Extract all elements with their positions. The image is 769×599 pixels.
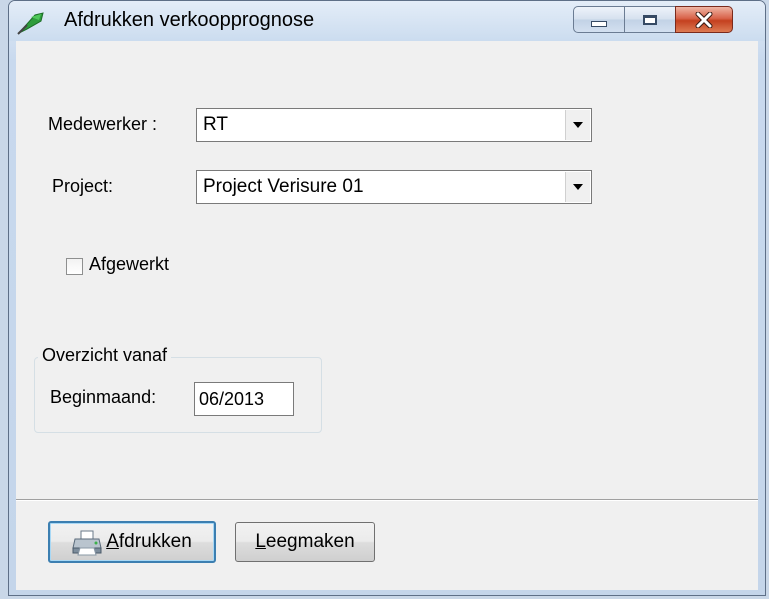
leegmaken-mnemonic: L <box>255 531 266 552</box>
afgewerkt-label[interactable]: Afgewerkt <box>89 254 169 275</box>
printer-icon <box>72 530 102 556</box>
project-dropdown-button[interactable] <box>565 172 590 202</box>
afgewerkt-checkbox[interactable] <box>66 258 83 275</box>
green-flag-icon <box>17 12 44 35</box>
afdrukken-mnemonic: A <box>106 531 119 552</box>
beginmaand-value: 06/2013 <box>199 389 265 409</box>
medewerker-combobox[interactable]: RT <box>196 108 592 142</box>
dialog-window: Afdrukken verkoopprognose Medewerker : R… <box>8 0 766 596</box>
overzicht-caption: Overzicht vanaf <box>38 345 172 366</box>
close-button[interactable] <box>675 6 733 33</box>
close-icon <box>695 11 713 28</box>
window-title: Afdrukken verkoopprognose <box>64 9 315 31</box>
minimize-icon <box>591 20 607 27</box>
medewerker-label: Medewerker : <box>48 114 158 134</box>
medewerker-dropdown-button[interactable] <box>565 110 590 140</box>
afdrukken-button[interactable]: Afdrukken <box>48 521 216 563</box>
minimize-button[interactable] <box>573 6 625 33</box>
leegmaken-label: eegmaken <box>265 531 355 552</box>
maximize-icon <box>643 14 657 25</box>
afdrukken-label: fdrukken <box>118 531 192 552</box>
project-value: Project Verisure 01 <box>203 176 364 197</box>
project-label: Project: <box>52 176 114 196</box>
button-separator <box>16 499 758 501</box>
chevron-down-icon <box>573 184 583 190</box>
dialog-client-area: Medewerker : RT Project: Project Verisur… <box>16 41 758 590</box>
chevron-down-icon <box>573 122 583 128</box>
beginmaand-label: Beginmaand: <box>50 387 157 407</box>
project-combobox[interactable]: Project Verisure 01 <box>196 170 592 204</box>
leegmaken-button[interactable]: Leegmaken <box>235 522 375 562</box>
medewerker-value: RT <box>203 114 228 135</box>
title-bar[interactable]: Afdrukken verkoopprognose <box>9 1 765 41</box>
beginmaand-input[interactable]: 06/2013 <box>194 382 294 416</box>
maximize-button[interactable] <box>624 6 676 33</box>
